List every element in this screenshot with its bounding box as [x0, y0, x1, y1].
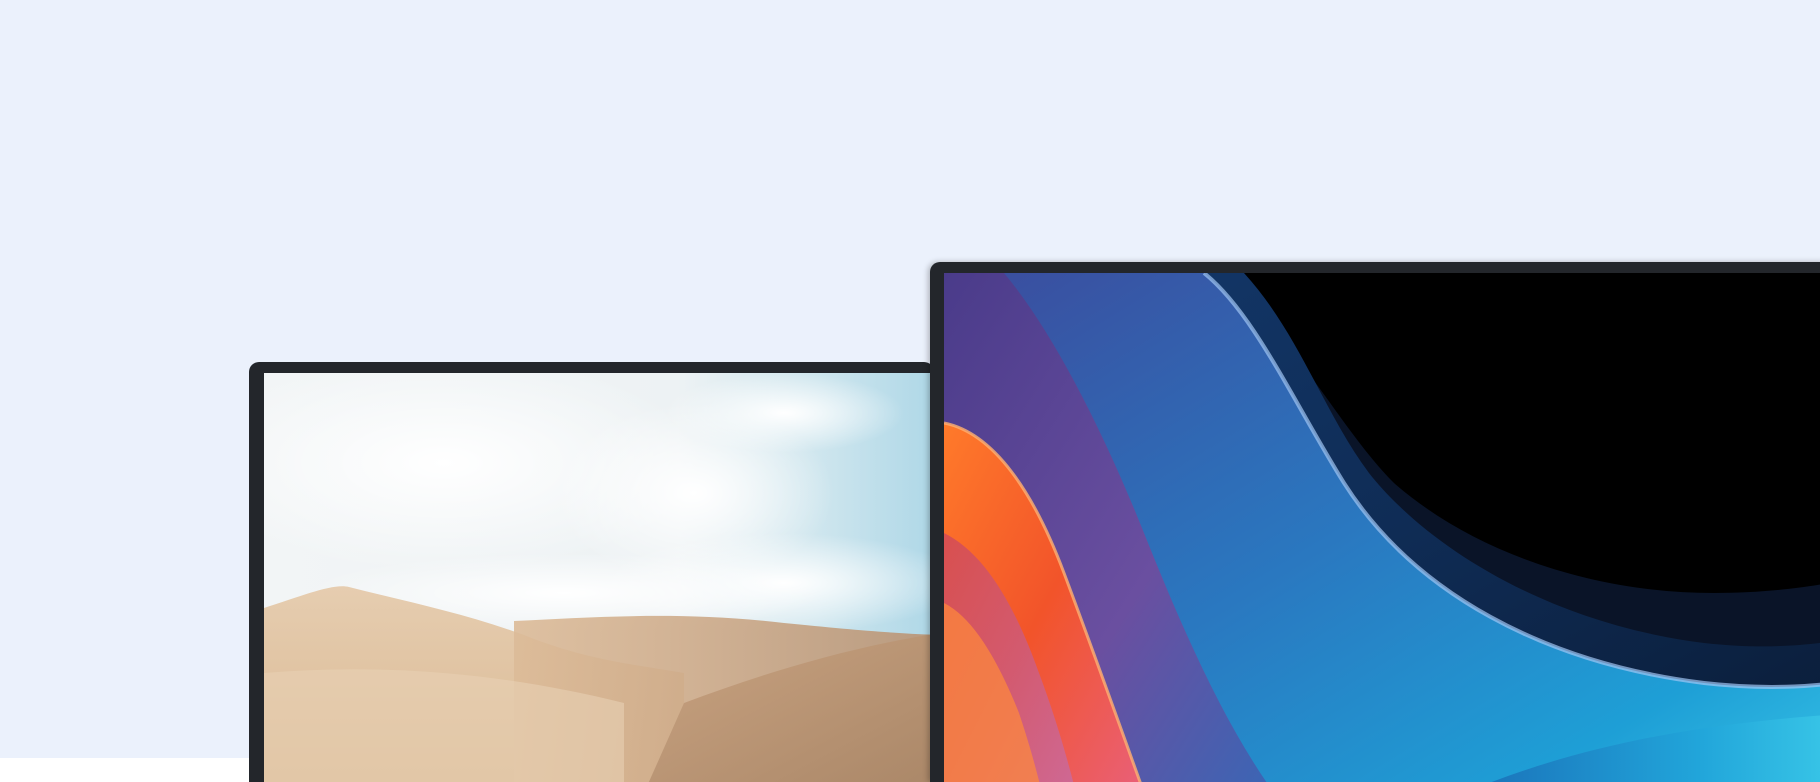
desert-wallpaper	[264, 373, 934, 782]
right-display	[930, 262, 1820, 782]
left-display	[249, 362, 934, 782]
abstract-waves-wallpaper	[944, 273, 1820, 782]
